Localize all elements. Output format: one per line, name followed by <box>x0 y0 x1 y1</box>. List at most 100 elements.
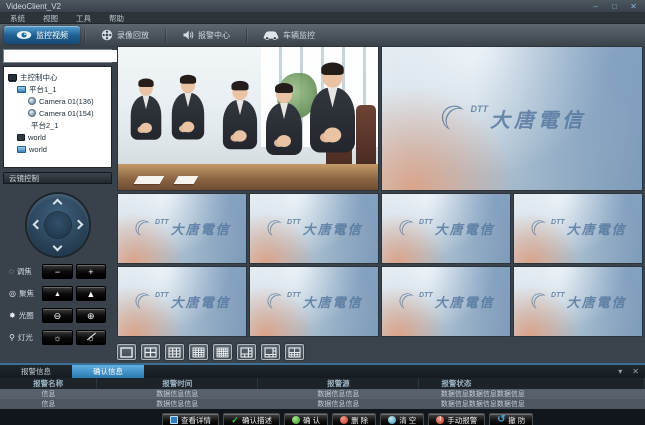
ptz-down-arrow[interactable] <box>52 242 62 252</box>
disarm-button[interactable]: ↺ 撤 防 <box>489 413 533 425</box>
tab-confirm-info[interactable]: 确认信息 <box>72 365 144 378</box>
ptz-label-text: 光圈 <box>19 310 34 321</box>
tree-item-camera2[interactable]: Camera 01(154) <box>6 107 109 119</box>
alarm-table-row[interactable]: 信息 数据信息信息 数据信息信息 数据信息数据信息数据信息 <box>0 399 645 409</box>
title-bar: VideoClient_V2 – □ ✕ <box>0 0 645 13</box>
ptz-left-arrow[interactable] <box>32 220 42 230</box>
video-tile-idle[interactable]: ☾DTT大唐電信 <box>381 266 511 337</box>
camera-icon <box>28 109 36 117</box>
tree-label: Camera 01(154) <box>39 109 94 118</box>
video-tile-idle[interactable]: ☾DTT大唐電信 <box>249 193 379 264</box>
menu-system[interactable]: 系统 <box>10 13 25 24</box>
zoom-icon: ◌ <box>9 268 14 276</box>
ptz-up-arrow[interactable] <box>52 199 62 209</box>
minimize-icon[interactable]: – <box>590 2 601 11</box>
light-on-button[interactable]: ☼ <box>42 330 72 345</box>
video-tile-idle[interactable]: ☾DTT大唐電信 <box>513 193 643 264</box>
column-alarm-source[interactable]: 报警源 <box>258 378 419 389</box>
confirm-button[interactable]: 确 认 <box>284 413 328 425</box>
video-tile-idle[interactable]: ☾DTT大唐電信 <box>249 266 379 337</box>
video-tile-idle[interactable]: ☾ DTT 大唐電信 <box>381 46 643 191</box>
menu-tools[interactable]: 工具 <box>76 13 91 24</box>
manual-alarm-button[interactable]: ! 手动报警 <box>428 413 485 425</box>
tree-item-camera1[interactable]: Camera 01(136) <box>6 95 109 107</box>
ptz-label-text: 聚焦 <box>19 288 34 299</box>
crescent-icon: ☾ <box>132 292 154 312</box>
layout-25-icon[interactable] <box>213 344 232 360</box>
tab-vehicle-monitor[interactable]: 车辆监控 <box>251 26 327 44</box>
tree-item-world2[interactable]: world <box>6 143 109 155</box>
close-icon[interactable]: ✕ <box>628 2 639 11</box>
menu-help[interactable]: 帮助 <box>109 13 124 24</box>
video-tile-idle[interactable]: ☾DTT大唐電信 <box>117 266 247 337</box>
layout-9-icon[interactable] <box>165 344 184 360</box>
datang-telecom-logo: ☾DTT大唐電信 <box>514 267 642 336</box>
ptz-panel-header: 云镜控制 <box>3 172 112 184</box>
delete-button[interactable]: 删 除 <box>332 413 376 425</box>
confirm-description-button[interactable]: ✓ 确认描述 <box>223 413 280 425</box>
view-details-button[interactable]: 查看详情 <box>162 413 219 425</box>
column-alarm-time[interactable]: 报警时间 <box>97 378 258 389</box>
tab-alarm-center[interactable]: 报警中心 <box>170 26 242 44</box>
alarm-table-row[interactable]: 信息 数据信息信息 数据信息信息 数据信息数据信息数据信息 <box>0 389 645 399</box>
light-off-button[interactable]: ☼ <box>76 330 106 345</box>
layout-8-icon[interactable] <box>261 344 280 360</box>
layout-16-icon[interactable] <box>189 344 208 360</box>
collapse-icon[interactable]: ▾ <box>618 367 622 377</box>
camera-icon <box>28 97 36 105</box>
tab-playback[interactable]: 录像回放 <box>89 26 161 44</box>
tree-item-world1[interactable]: world <box>6 131 109 143</box>
meeting-room-chair <box>356 105 376 165</box>
eye-icon <box>16 30 32 40</box>
focus-near-icon: ▲ <box>54 291 61 298</box>
datang-telecom-logo: ☾DTT大唐電信 <box>382 267 510 336</box>
focus-near-button[interactable]: ▲ <box>42 286 72 301</box>
device-combo-input[interactable] <box>4 50 120 62</box>
crescent-icon: ☾ <box>264 219 286 239</box>
checkmark-icon: ✓ <box>231 416 239 424</box>
red-dot-icon <box>340 416 348 424</box>
column-alarm-status[interactable]: 报警状态 <box>419 378 645 389</box>
video-tile-idle[interactable]: ☾DTT大唐電信 <box>513 266 643 337</box>
light-icon: ⚲ <box>9 334 15 342</box>
app-window: VideoClient_V2 – □ ✕ 系统 视图 工具 帮助 监控视频 录像… <box>0 0 645 425</box>
tab-alarm-info[interactable]: 报警信息 <box>0 365 72 378</box>
details-icon <box>170 416 178 424</box>
focus-far-button[interactable]: ▲ <box>76 286 106 301</box>
tree-item-platform1[interactable]: 平台1_1 <box>6 83 109 95</box>
column-alarm-name[interactable]: 报警名称 <box>0 378 97 389</box>
iris-close-button[interactable]: ⊖ <box>42 308 72 323</box>
close-panel-icon[interactable]: ✕ <box>632 367 639 377</box>
datang-telecom-logo: ☾DTT大唐電信 <box>118 267 246 336</box>
video-tile-live-feed[interactable] <box>117 46 379 191</box>
maximize-icon[interactable]: □ <box>609 2 620 11</box>
ptz-center-knob[interactable] <box>45 212 71 238</box>
device-combobox[interactable]: ▼ <box>3 49 112 63</box>
clear-button[interactable]: 清 空 <box>380 413 424 425</box>
toolbar-divider <box>165 28 166 42</box>
tree-label: world <box>29 145 47 154</box>
layout-1-icon[interactable] <box>117 344 136 360</box>
datang-telecom-logo: ☾DTT大唐電信 <box>250 194 378 263</box>
toolbar-divider <box>246 28 247 42</box>
datang-telecom-logo: ☾DTT大唐電信 <box>118 194 246 263</box>
window-controls: – □ ✕ <box>590 2 639 11</box>
menu-view[interactable]: 视图 <box>43 13 58 24</box>
layout-4-icon[interactable] <box>141 344 160 360</box>
iris-open-button[interactable]: ⊕ <box>76 308 106 323</box>
zoom-in-button[interactable]: + <box>76 264 106 279</box>
video-tile-idle[interactable]: ☾DTT大唐電信 <box>381 193 511 264</box>
zoom-out-button[interactable]: − <box>42 264 72 279</box>
tree-item-control-center[interactable]: 主控制中心 <box>6 71 109 83</box>
layout-10-icon[interactable] <box>285 344 304 360</box>
video-tile-idle[interactable]: ☾DTT大唐電信 <box>117 193 247 264</box>
tab-monitor-video[interactable]: 监控视频 <box>4 26 80 44</box>
ptz-right-arrow[interactable] <box>73 220 83 230</box>
ptz-direction-pad[interactable] <box>27 194 89 256</box>
menu-bar: 系统 视图 工具 帮助 <box>0 13 645 24</box>
datang-telecom-logo: ☾DTT大唐電信 <box>250 267 378 336</box>
alarm-table-header: 报警名称 报警时间 报警源 报警状态 <box>0 378 645 389</box>
video-wall: ☾ DTT 大唐電信 ☾DTT大唐電信 ☾DTT大唐電信 ☾DTT大唐電信 ☾D… <box>117 46 643 337</box>
tree-item-platform2[interactable]: 平台2_1 <box>6 119 109 131</box>
layout-6-icon[interactable] <box>237 344 256 360</box>
